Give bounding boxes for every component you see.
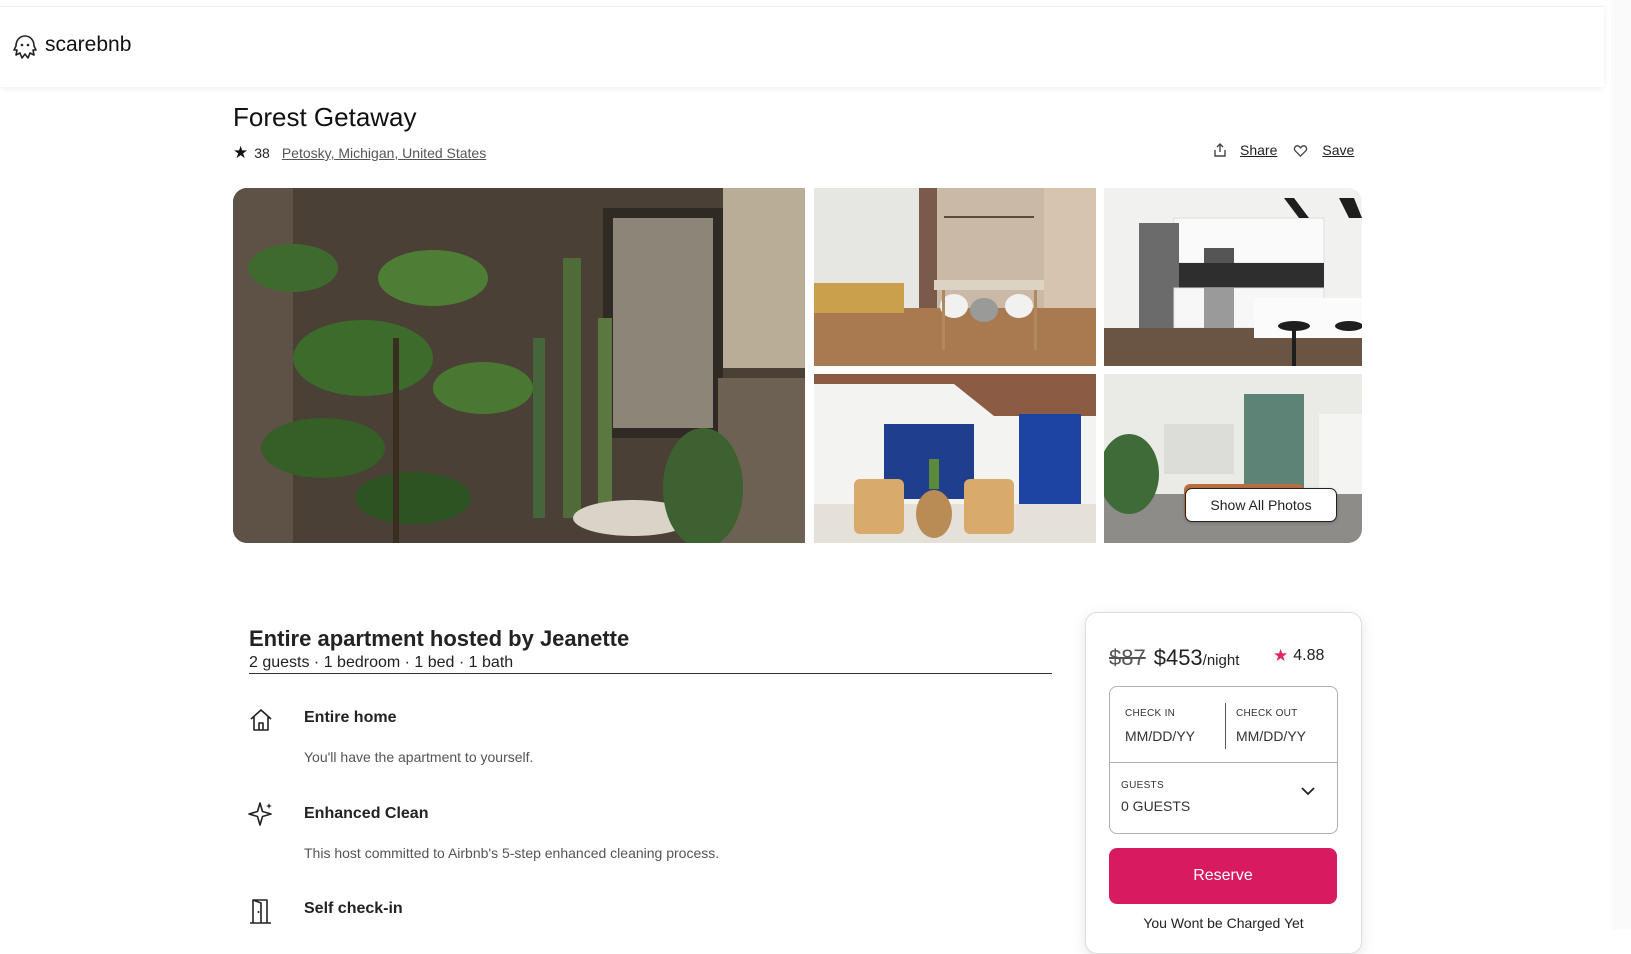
show-all-photos-button[interactable]: Show All Photos	[1185, 488, 1337, 522]
top-navbar: scarebnb	[0, 6, 1604, 87]
photo-gallery: Show All Photos	[233, 188, 1362, 543]
per-night-label: /night	[1202, 652, 1240, 669]
home-icon	[250, 709, 272, 731]
check-out-label: CHECK OUT	[1236, 708, 1298, 719]
guests-value: 0 GUESTS	[1121, 798, 1191, 814]
check-out-value: MM/DD/YY	[1236, 728, 1306, 744]
feature-title-entire-home: Entire home	[304, 709, 397, 726]
feature-desc-enhanced-clean: This host committed to Airbnb's 5-step e…	[304, 845, 720, 861]
rating: ★ 4.88	[1273, 646, 1324, 666]
chevron-down-icon[interactable]	[1300, 783, 1316, 799]
nightly-price: $453	[1153, 645, 1203, 670]
page-scrollbar[interactable]	[1611, 0, 1631, 930]
check-in-field[interactable]: CHECK IN MM/DD/YY	[1110, 687, 1225, 762]
host-summary: 2 guests · 1 bedroom · 1 bed · 1 bath	[249, 654, 514, 671]
section-divider	[249, 673, 1052, 674]
reserve-button[interactable]: Reserve	[1109, 848, 1337, 904]
original-price: $87	[1109, 645, 1146, 670]
price-row: $87 $453 /night	[1109, 645, 1239, 673]
listing-actions: Share Save	[1212, 139, 1354, 161]
sparkle-icon	[248, 802, 272, 826]
check-in-label: CHECK IN	[1125, 708, 1176, 719]
ghost-icon[interactable]	[11, 33, 39, 61]
feature-title-self-check-in: Self check-in	[304, 900, 403, 917]
feature-title-enhanced-clean: Enhanced Clean	[304, 805, 429, 822]
photo-patio[interactable]	[814, 374, 1096, 543]
photo-plants[interactable]	[233, 188, 805, 543]
share-button[interactable]: Share	[1240, 142, 1277, 158]
feature-desc-entire-home: You'll have the apartment to yourself.	[304, 749, 534, 765]
heart-icon[interactable]	[1293, 143, 1308, 158]
star-icon: ★	[233, 143, 249, 162]
not-charged-note: You Wont be Charged Yet	[1143, 915, 1304, 931]
check-in-value: MM/DD/YY	[1125, 728, 1195, 744]
listing-title: Forest Getaway	[233, 102, 417, 132]
review-count: 38	[254, 145, 270, 161]
host-title: Entire apartment hosted by Jeanette	[249, 626, 630, 651]
date-guest-picker: CHECK IN MM/DD/YY CHECK OUT MM/DD/YY GUE…	[1109, 686, 1338, 834]
save-button[interactable]: Save	[1322, 142, 1354, 158]
photo-kitchen[interactable]	[1104, 188, 1362, 366]
door-icon	[250, 899, 271, 924]
rating-value: 4.88	[1293, 647, 1325, 664]
check-out-field[interactable]: CHECK OUT MM/DD/YY	[1226, 687, 1337, 762]
brand-name[interactable]: scarebnb	[45, 33, 131, 57]
location-link[interactable]: Petosky, Michigan, United States	[282, 145, 486, 161]
star-icon: ★	[1273, 646, 1289, 665]
share-icon[interactable]	[1212, 142, 1228, 158]
guests-label: GUESTS	[1121, 780, 1164, 791]
photo-dining-room[interactable]	[814, 188, 1096, 366]
listing-meta: ★ 38 Petosky, Michigan, United States	[233, 143, 486, 163]
booking-card: $87 $453 /night ★ 4.88 CHECK IN MM/DD/YY…	[1085, 612, 1362, 954]
